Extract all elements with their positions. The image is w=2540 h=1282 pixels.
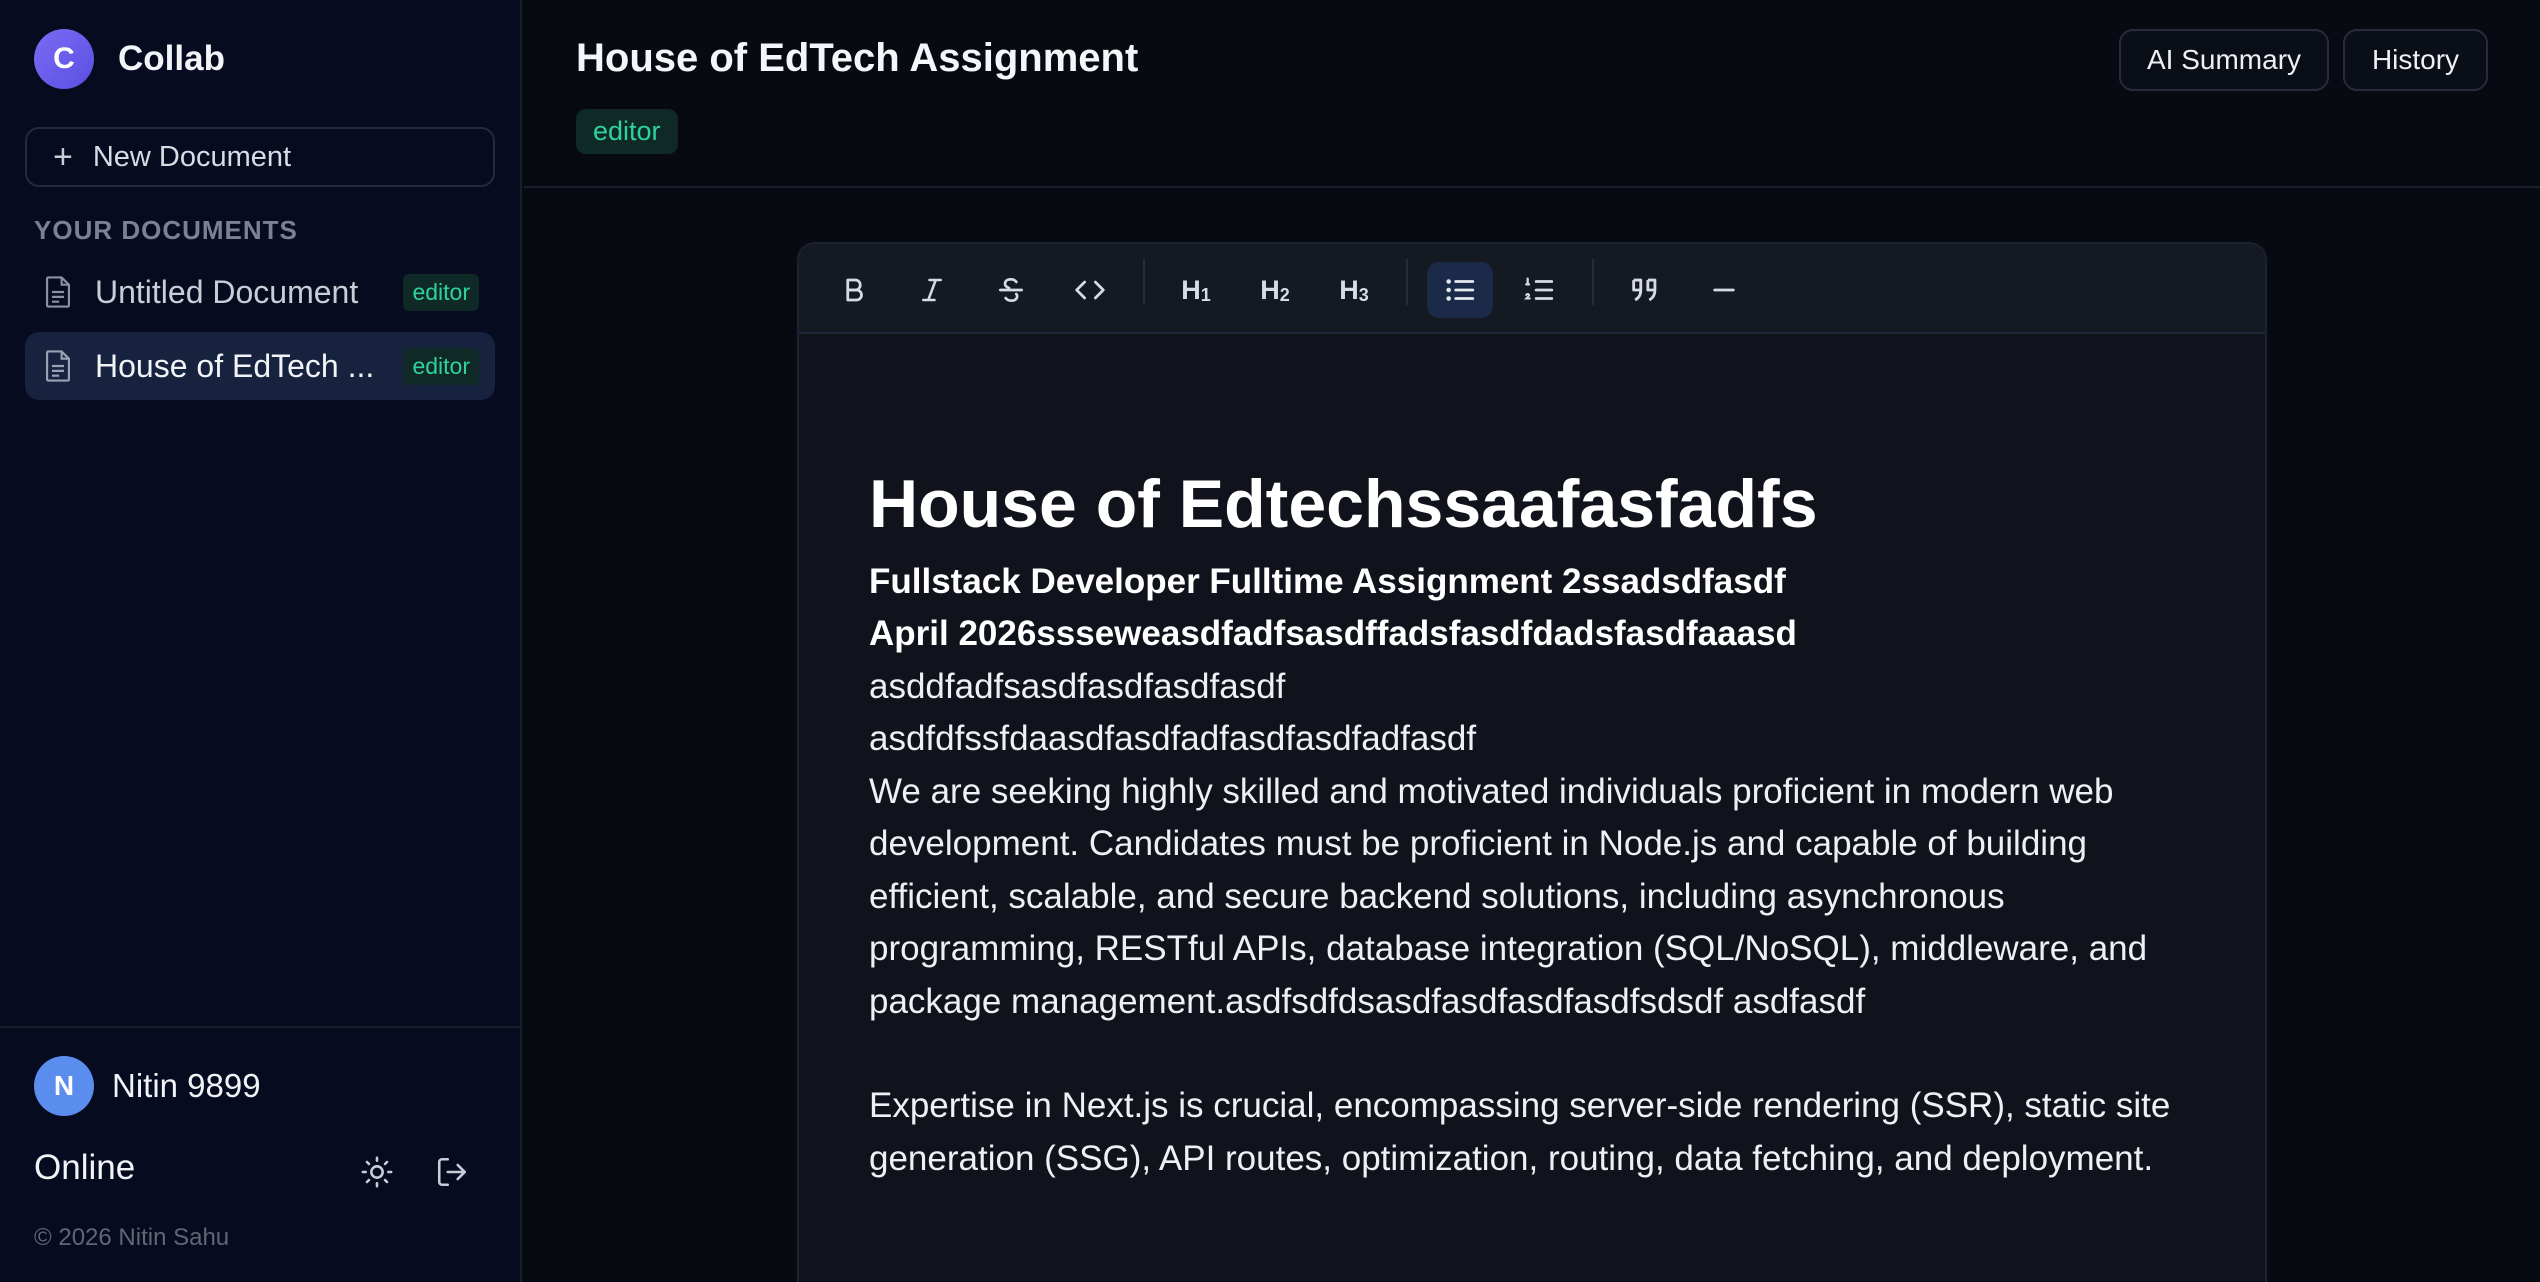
heading-2-icon: H2 <box>1260 274 1290 305</box>
sun-icon <box>361 1156 393 1188</box>
bold-button[interactable] <box>821 262 887 318</box>
document-icon <box>45 350 71 382</box>
editor-toolbar: H1 H2 H3 <box>799 244 2265 334</box>
theme-toggle-button[interactable] <box>357 1152 397 1192</box>
sidebar-footer: N Nitin 9899 Online © 2026 Nitin Sahu <box>0 1026 520 1282</box>
new-document-label: New Document <box>92 140 292 173</box>
heading-3-icon: H3 <box>1339 274 1369 305</box>
bold-icon <box>846 278 863 302</box>
strikethrough-button[interactable] <box>978 262 1044 318</box>
toolbar-divider <box>1406 259 1408 305</box>
heading-1-icon: H1 <box>1181 274 1211 305</box>
document-content[interactable]: House of Edtechssaafasfadfs Fullstack De… <box>869 464 2209 1185</box>
logout-button[interactable] <box>432 1152 472 1192</box>
bullet-list-icon <box>1446 279 1475 301</box>
blockquote-button[interactable] <box>1612 262 1678 318</box>
document-header: House of EdTech Assignment editor AI Sum… <box>524 0 2540 188</box>
horizontal-rule-icon <box>1713 288 1735 292</box>
ai-summary-button[interactable]: AI Summary <box>2119 29 2329 91</box>
sidebar-doc-item[interactable]: Untitled Document editor <box>25 258 495 326</box>
document-line[interactable]: asdfdfssfdaasdfasdfadfasdfasdfadfasdf <box>869 713 2209 766</box>
strikethrough-icon <box>999 277 1023 303</box>
document-paragraph[interactable]: We are seeking highly skilled and motiva… <box>869 766 2209 1029</box>
brand[interactable]: C Collab <box>34 29 225 89</box>
user-profile[interactable]: N Nitin 9899 <box>34 1056 261 1116</box>
connection-status: Online <box>34 1148 136 1187</box>
copyright: © 2026 Nitin Sahu <box>34 1224 230 1251</box>
role-badge: editor <box>576 109 678 154</box>
logout-icon <box>437 1157 467 1187</box>
document-line[interactable]: Fullstack Developer Fulltime Assignment … <box>869 556 2209 609</box>
doc-item-title: House of EdTech ... <box>95 347 375 384</box>
document-line[interactable]: asddfadfsasdfasdfasdfasdf <box>869 661 2209 714</box>
plus-icon: + <box>53 137 73 176</box>
heading-3-button[interactable]: H3 <box>1321 262 1387 318</box>
brand-logo: C <box>34 29 94 89</box>
italic-button[interactable] <box>899 262 965 318</box>
new-document-button[interactable]: + New Document <box>25 127 495 187</box>
toolbar-divider <box>1143 259 1145 305</box>
sidebar: C Collab + New Document YOUR DOCUMENTS U… <box>0 0 522 1282</box>
quote-icon <box>1632 278 1657 302</box>
horizontal-rule-button[interactable] <box>1691 262 1757 318</box>
user-name: Nitin 9899 <box>112 1067 261 1104</box>
document-heading[interactable]: House of Edtechssaafasfadfs <box>869 464 2209 546</box>
page-title[interactable]: House of EdTech Assignment <box>576 36 1138 81</box>
documents-section-label: YOUR DOCUMENTS <box>34 215 298 245</box>
document-icon <box>45 276 71 308</box>
history-button[interactable]: History <box>2343 29 2488 91</box>
code-icon <box>1075 280 1105 300</box>
heading-2-button[interactable]: H2 <box>1242 262 1308 318</box>
role-badge: editor <box>403 347 479 385</box>
editor: H1 H2 H3 House of Edtechssaafasfadfs Ful… <box>797 242 2267 1282</box>
role-badge: editor <box>403 273 479 311</box>
doc-item-title: Untitled Document <box>95 273 359 310</box>
code-button[interactable] <box>1057 262 1123 318</box>
bullet-list-button[interactable] <box>1427 262 1493 318</box>
toolbar-divider <box>1592 259 1594 305</box>
brand-name: Collab <box>118 39 225 78</box>
ordered-list-icon <box>1523 277 1554 300</box>
ordered-list-button[interactable] <box>1506 262 1572 318</box>
heading-1-button[interactable]: H1 <box>1163 262 1229 318</box>
sidebar-doc-item-active[interactable]: House of EdTech ... editor <box>25 332 495 400</box>
document-paragraph[interactable]: Expertise in Next.js is crucial, encompa… <box>869 1080 2209 1185</box>
empty-line <box>869 1028 2209 1080</box>
avatar: N <box>34 1056 94 1116</box>
italic-icon <box>922 278 942 302</box>
document-line[interactable]: April 2026ssseweasdfadfsasdffadsfasdfdad… <box>869 608 2209 661</box>
